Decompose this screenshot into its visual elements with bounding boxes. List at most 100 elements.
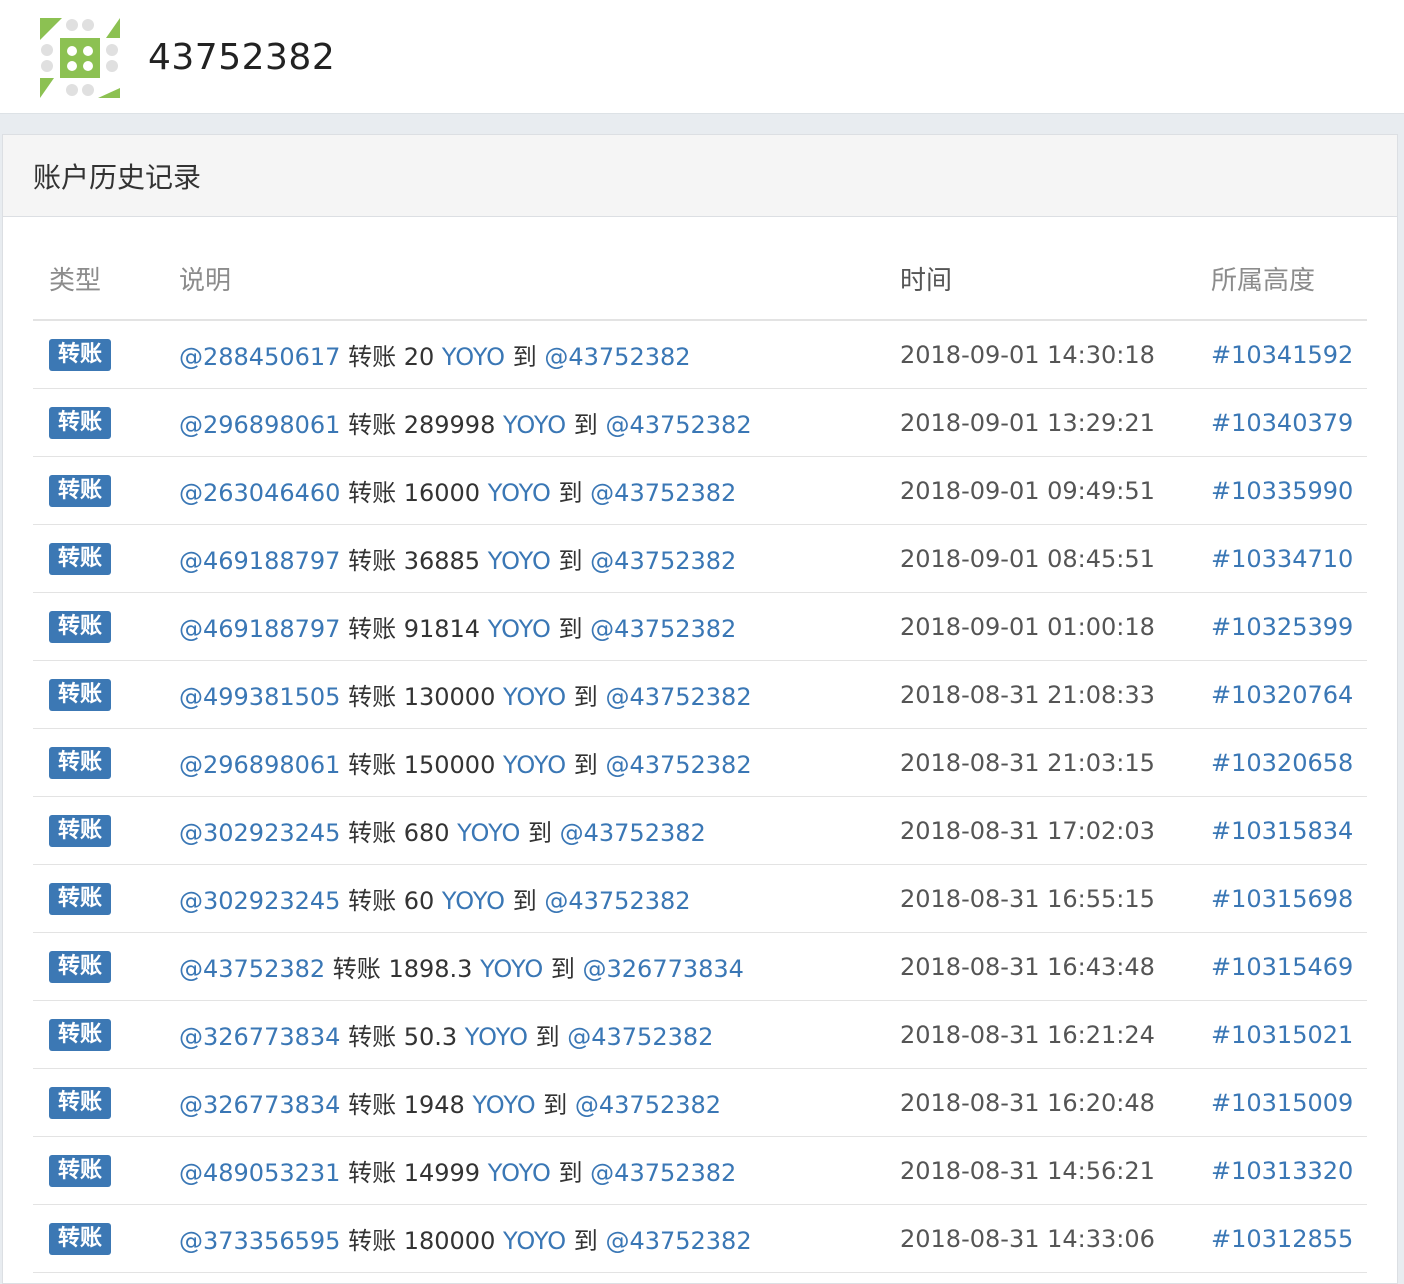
asset-link[interactable]: YOYO — [488, 479, 551, 507]
from-account-link[interactable]: @489053231 — [179, 1159, 340, 1187]
table-row: 转账 @489053231 转账 14999 YOYO 到 @43752382 20… — [33, 1136, 1367, 1205]
block-height-link[interactable]: #10320658 — [1211, 749, 1353, 777]
to-account-link[interactable]: @43752382 — [605, 683, 751, 711]
transfer-amount: 150000 — [403, 751, 496, 779]
description-cell: @296898061 转账 289998 YOYO 到 @43752382 — [179, 388, 900, 457]
block-height-cell: #10312855 — [1211, 1204, 1367, 1273]
block-height-cell: #10315021 — [1211, 1000, 1367, 1069]
type-cell: 转账 — [33, 1136, 179, 1205]
block-height-link[interactable]: #10335990 — [1211, 477, 1353, 505]
transfer-amount: 60 — [403, 887, 435, 915]
block-height-link[interactable]: #10313320 — [1211, 1157, 1353, 1185]
to-account-link[interactable]: @43752382 — [560, 819, 706, 847]
to-account-link[interactable]: @43752382 — [590, 1159, 736, 1187]
block-height-cell: #10320764 — [1211, 660, 1367, 729]
from-account-link[interactable]: @288450617 — [179, 343, 340, 371]
asset-link[interactable]: YOYO — [472, 1091, 535, 1119]
to-account-link[interactable]: @326773834 — [583, 955, 744, 983]
asset-link[interactable]: YOYO — [503, 751, 566, 779]
block-height-link[interactable]: #10341592 — [1211, 341, 1353, 369]
from-account-link[interactable]: @373356595 — [179, 1227, 340, 1255]
from-account-link[interactable]: @263046460 — [179, 479, 340, 507]
transfer-amount: 180000 — [403, 1227, 496, 1255]
transfer-verb: 转账 — [348, 819, 397, 847]
to-word: 到 — [550, 955, 575, 983]
from-account-link[interactable]: @326773834 — [179, 1023, 340, 1051]
description-cell: @43752382 转账 1898.3 YOYO 到 @326773834 — [179, 932, 900, 1001]
from-account-link[interactable]: @302923245 — [179, 887, 340, 915]
transfer-amount: 1898.3 — [388, 955, 473, 983]
to-account-link[interactable]: @43752382 — [544, 887, 690, 915]
type-badge: 转账 — [49, 678, 112, 711]
table-row: 转账 @326773834 转账 1948 YOYO 到 @43752382 201… — [33, 1068, 1367, 1137]
to-account-link[interactable]: @43752382 — [605, 411, 751, 439]
block-height-link[interactable]: #10315021 — [1211, 1021, 1353, 1049]
asset-link[interactable]: YOYO — [488, 615, 551, 643]
transfer-verb: 转账 — [348, 683, 397, 711]
transfer-amount: 16000 — [403, 479, 481, 507]
type-cell: 转账 — [33, 932, 179, 1001]
time-cell: 2018-08-31 16:55:15 — [900, 864, 1211, 933]
block-height-link[interactable]: #10320764 — [1211, 681, 1353, 709]
to-account-link[interactable]: @43752382 — [590, 479, 736, 507]
to-account-link[interactable]: @43752382 — [605, 1227, 751, 1255]
block-height-link[interactable]: #10315009 — [1211, 1089, 1353, 1117]
block-height-link[interactable]: #10312855 — [1211, 1225, 1353, 1253]
block-height-link[interactable]: #10315834 — [1211, 817, 1353, 845]
block-height-link[interactable]: #10315469 — [1211, 953, 1353, 981]
table-row: 转账 @302923245 转账 60 YOYO 到 @43752382 2018-… — [33, 864, 1367, 933]
transfer-verb: 转账 — [348, 547, 397, 575]
from-account-link[interactable]: @296898061 — [179, 751, 340, 779]
type-badge: 转账 — [49, 338, 112, 371]
block-height-link[interactable]: #10315698 — [1211, 885, 1353, 913]
header-description: 说明 — [179, 237, 900, 321]
block-height-cell: #10315698 — [1211, 864, 1367, 933]
asset-link[interactable]: YOYO — [465, 1023, 528, 1051]
type-cell: 转账 — [33, 1204, 179, 1273]
type-cell: 转账 — [33, 728, 179, 797]
table-row: 转账 @288450617 转账 20 YOYO 到 @43752382 2018-… — [33, 320, 1367, 389]
time-cell: 2018-09-01 14:30:18 — [900, 320, 1211, 389]
to-word: 到 — [573, 1227, 598, 1255]
block-height-link[interactable]: #10340379 — [1211, 409, 1353, 437]
to-account-link[interactable]: @43752382 — [567, 1023, 713, 1051]
asset-link[interactable]: YOYO — [442, 887, 505, 915]
to-account-link[interactable]: @43752382 — [590, 615, 736, 643]
type-badge: 转账 — [49, 882, 112, 915]
transfer-verb: 转账 — [348, 751, 397, 779]
block-height-cell: #10315469 — [1211, 932, 1367, 1001]
block-height-cell: #10315009 — [1211, 1068, 1367, 1137]
from-account-link[interactable]: @43752382 — [179, 955, 325, 983]
to-word: 到 — [535, 1023, 560, 1051]
block-height-link[interactable]: #10325399 — [1211, 613, 1353, 641]
to-account-link[interactable]: @43752382 — [605, 751, 751, 779]
block-height-cell: #10340379 — [1211, 388, 1367, 457]
to-account-link[interactable]: @43752382 — [590, 547, 736, 575]
account-name: 43752382 — [148, 37, 336, 78]
from-account-link[interactable]: @296898061 — [179, 411, 340, 439]
asset-link[interactable]: YOYO — [442, 343, 505, 371]
type-badge: 转账 — [49, 610, 112, 643]
from-account-link[interactable]: @469188797 — [179, 615, 340, 643]
description-cell: @489053231 转账 14999 YOYO 到 @43752382 — [179, 1136, 900, 1205]
block-height-cell: #10325399 — [1211, 592, 1367, 661]
from-account-link[interactable]: @302923245 — [179, 819, 340, 847]
block-height-link[interactable]: #10334710 — [1211, 545, 1353, 573]
to-account-link[interactable]: @43752382 — [575, 1091, 721, 1119]
asset-link[interactable]: YOYO — [488, 1159, 551, 1187]
table-row: 转账 @499381505 转账 130000 YOYO 到 @43752382 2… — [33, 660, 1367, 729]
to-account-link[interactable]: @43752382 — [544, 343, 690, 371]
block-height-cell: #10335990 — [1211, 456, 1367, 525]
asset-link[interactable]: YOYO — [488, 547, 551, 575]
asset-link[interactable]: YOYO — [480, 955, 543, 983]
asset-link[interactable]: YOYO — [503, 411, 566, 439]
from-account-link[interactable]: @499381505 — [179, 683, 340, 711]
transfer-verb: 转账 — [348, 479, 397, 507]
from-account-link[interactable]: @469188797 — [179, 547, 340, 575]
asset-link[interactable]: YOYO — [503, 683, 566, 711]
header-time: 时间 — [900, 237, 1211, 321]
from-account-link[interactable]: @326773834 — [179, 1091, 340, 1119]
asset-link[interactable]: YOYO — [503, 1227, 566, 1255]
table-row: 转账 @326773834 转账 50.3 YOYO 到 @43752382 201… — [33, 1000, 1367, 1069]
asset-link[interactable]: YOYO — [457, 819, 520, 847]
